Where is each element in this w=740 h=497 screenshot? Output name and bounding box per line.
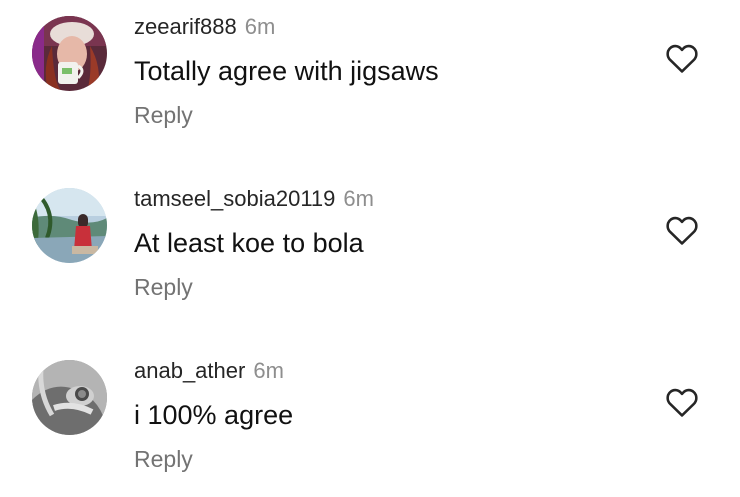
heart-outline-icon [666, 216, 698, 245]
avatar-photo-icon [32, 188, 107, 263]
comment-item: zeearif888 6m Totally agree with jigsaws … [0, 0, 740, 172]
heart-outline-icon [666, 388, 698, 417]
timestamp: 6m [343, 186, 374, 211]
comment-text: Totally agree with jigsaws [134, 56, 439, 86]
avatar-photo-icon [32, 360, 107, 435]
timestamp: 6m [253, 358, 284, 383]
comments-list: zeearif888 6m Totally agree with jigsaws … [0, 0, 740, 497]
heart-outline-icon [666, 44, 698, 73]
comment-item: anab_ather 6m i 100% agree Reply [0, 344, 740, 497]
username[interactable]: tamseel_sobia20119 [134, 186, 335, 211]
reply-button[interactable]: Reply [134, 446, 193, 473]
avatar[interactable] [32, 16, 107, 91]
reply-button[interactable]: Reply [134, 102, 193, 129]
comment-meta: tamseel_sobia20119 6m [134, 186, 374, 212]
timestamp: 6m [244, 14, 276, 39]
reply-button[interactable]: Reply [134, 274, 193, 301]
like-button[interactable] [665, 42, 699, 74]
avatar[interactable] [32, 188, 107, 263]
username[interactable]: zeearif888 [134, 14, 237, 39]
like-button[interactable] [665, 214, 699, 246]
avatar[interactable] [32, 360, 107, 435]
comment-meta: zeearif888 6m [134, 14, 275, 40]
comment-text: i 100% agree [134, 400, 294, 430]
comment-text: At least koe to bola [134, 228, 364, 258]
comment-item: tamseel_sobia20119 6m At least koe to bol… [0, 172, 740, 344]
comment-meta: anab_ather 6m [134, 358, 284, 384]
avatar-photo-icon [32, 16, 107, 91]
like-button[interactable] [665, 386, 699, 418]
username[interactable]: anab_ather [134, 358, 245, 383]
